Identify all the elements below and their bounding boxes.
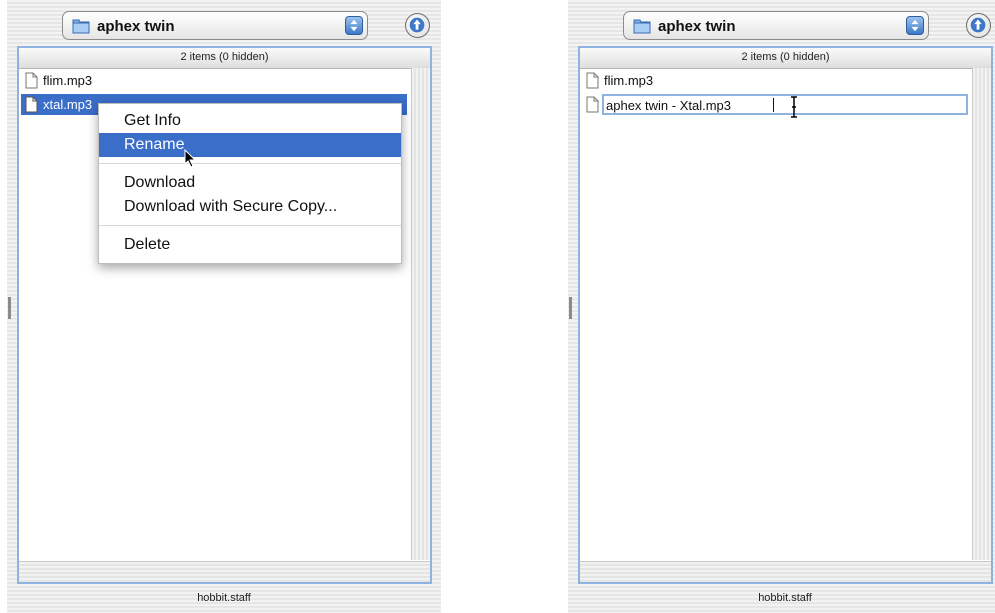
file-row[interactable]: flim.mp3	[582, 70, 968, 91]
text-caret	[773, 98, 774, 112]
document-icon	[25, 96, 38, 113]
context-menu: Get Info Rename Download Download with S…	[98, 103, 402, 264]
go-up-icon	[970, 17, 986, 33]
menu-item-label: Delete	[124, 236, 171, 253]
popup-arrows-icon[interactable]	[345, 16, 363, 35]
path-popup-button[interactable]: aphex twin	[623, 11, 929, 40]
menu-separator	[99, 225, 401, 226]
item-count-header: 2 items (0 hidden)	[19, 48, 430, 69]
go-up-icon	[409, 17, 425, 33]
item-count-header: 2 items (0 hidden)	[580, 48, 991, 69]
splitter-handle[interactable]	[569, 297, 572, 319]
file-row[interactable]: flim.mp3	[21, 70, 407, 91]
menu-item-download[interactable]: Download	[99, 171, 401, 195]
path-popup-button[interactable]: aphex twin	[62, 11, 368, 40]
arrow-cursor-icon	[184, 149, 197, 168]
menu-item-label: Download with Secure Copy...	[124, 198, 338, 215]
file-browser: 2 items (0 hidden) flim.mp3 aphex twin -…	[578, 46, 993, 584]
ibeam-cursor-icon	[791, 96, 797, 118]
server-status-label: hobbit.staff	[758, 592, 812, 604]
document-icon	[586, 72, 599, 89]
folder-icon	[633, 19, 651, 34]
left-browser-window: aphex twin 2 items (0 hidden) flim.mp3 x…	[7, 0, 441, 613]
menu-item-rename[interactable]: Rename	[99, 133, 401, 157]
menu-item-get-info[interactable]: Get Info	[99, 109, 401, 133]
file-list: flim.mp3 aphex twin - Xtal.mp3	[582, 70, 970, 560]
document-icon	[25, 72, 38, 89]
popup-arrows-icon[interactable]	[906, 16, 924, 35]
file-name: flim.mp3	[43, 73, 93, 88]
path-popup-label: aphex twin	[658, 18, 736, 35]
go-up-button[interactable]	[405, 13, 430, 38]
menu-item-label: Download	[124, 174, 196, 191]
document-icon	[586, 96, 599, 113]
vertical-scrollbar[interactable]	[972, 68, 991, 560]
rename-input[interactable]: aphex twin - Xtal.mp3	[602, 94, 968, 115]
menu-item-download-secure-copy[interactable]: Download with Secure Copy...	[99, 195, 401, 219]
menu-item-label: Rename	[124, 136, 185, 153]
toolbar: aphex twin	[568, 0, 995, 48]
file-name: xtal.mp3	[43, 97, 93, 112]
splitter-handle[interactable]	[8, 297, 11, 319]
file-name: flim.mp3	[604, 73, 654, 88]
menu-separator	[99, 163, 401, 164]
path-popup-label: aphex twin	[97, 18, 175, 35]
horizontal-scrollbar[interactable]	[19, 561, 430, 582]
right-browser-window: aphex twin 2 items (0 hidden) flim.mp3 a…	[568, 0, 995, 613]
toolbar: aphex twin	[7, 0, 441, 48]
item-count-label: 2 items (0 hidden)	[741, 51, 830, 63]
server-status-label: hobbit.staff	[197, 592, 251, 604]
item-count-label: 2 items (0 hidden)	[180, 51, 269, 63]
menu-item-delete[interactable]: Delete	[99, 233, 401, 257]
go-up-button[interactable]	[966, 13, 991, 38]
vertical-scrollbar[interactable]	[411, 68, 430, 560]
menu-item-label: Get Info	[124, 112, 181, 129]
file-row-renaming[interactable]: aphex twin - Xtal.mp3	[582, 94, 968, 115]
folder-icon	[72, 19, 90, 34]
horizontal-scrollbar[interactable]	[580, 561, 991, 582]
rename-input-value: aphex twin - Xtal.mp3	[606, 98, 732, 113]
